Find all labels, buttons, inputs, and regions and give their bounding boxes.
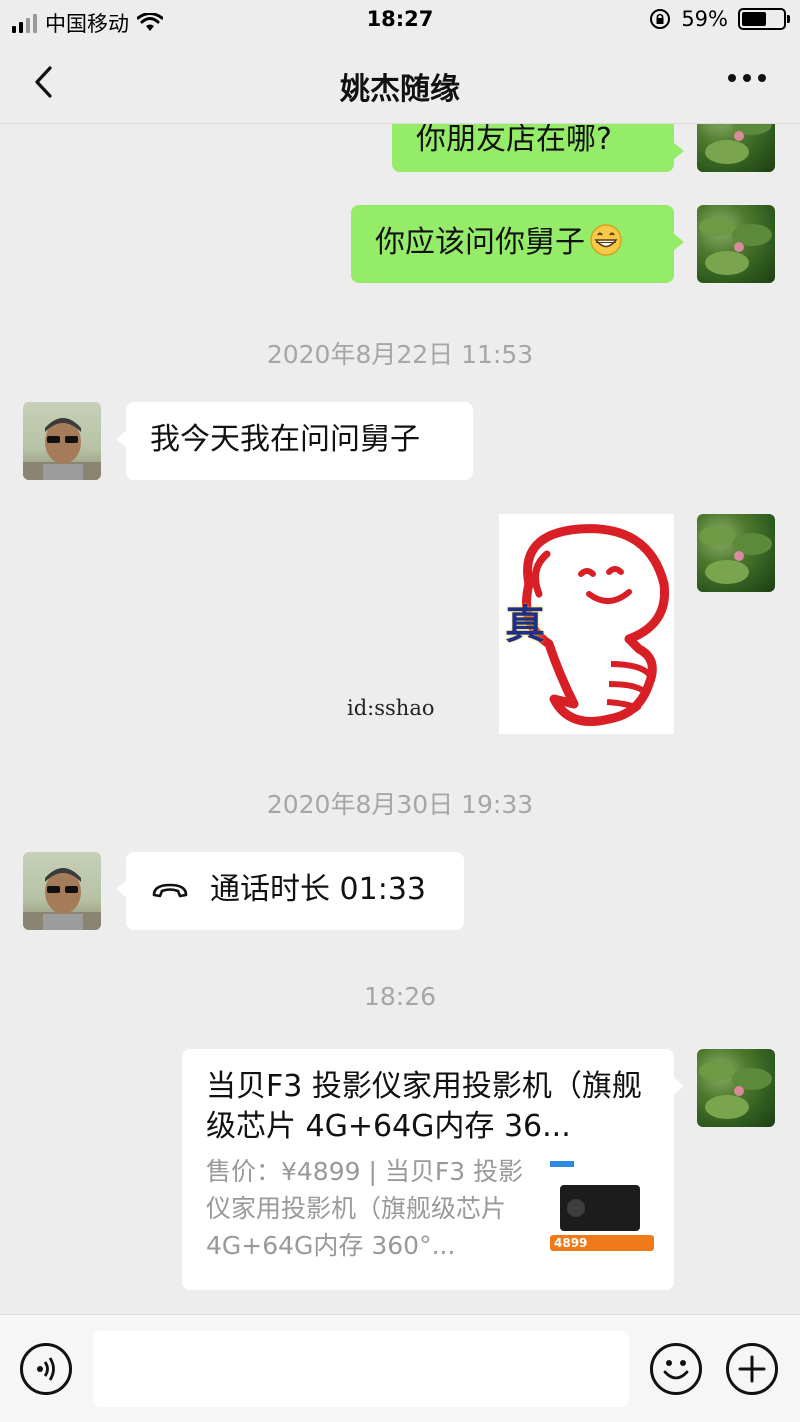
contact-avatar[interactable] (23, 402, 101, 480)
message-list[interactable]: 你朋友店在哪? 你应该问你舅子 2020年8月22日 11:53 我今天我在问问… (0, 124, 800, 1314)
link-card[interactable]: 当贝F3 投影仪家用投影机（旗舰级芯片 4G+64G内存 36... 售价：¥4… (182, 1049, 684, 1290)
call-record-bubble[interactable]: 通话时长 01:33 (116, 852, 464, 930)
battery-percent: 59% (681, 7, 728, 31)
sticker-image[interactable]: 真 (499, 514, 674, 734)
my-avatar[interactable] (697, 514, 775, 592)
my-avatar[interactable] (697, 124, 775, 172)
battery-icon (738, 8, 790, 30)
thumbnail-price: 4899 (554, 1236, 588, 1250)
grin-emoji-icon (590, 224, 622, 256)
phone-hangup-icon (152, 883, 188, 897)
sticker-watermark: id:sshao (347, 696, 435, 720)
my-avatar[interactable] (697, 205, 775, 283)
plus-more-icon[interactable] (726, 1343, 778, 1395)
chat-title: 姚杰随缘 (340, 72, 460, 107)
status-bar: 中国移动 18:27 59% (0, 0, 800, 44)
link-card-thumbnail: 4899 (546, 1157, 658, 1265)
input-bar (0, 1314, 800, 1422)
message-timestamp: 2020年8月22日 11:53 (266, 340, 534, 369)
message-text: 你应该问你舅子 (375, 225, 585, 260)
emoji-face-icon[interactable] (650, 1343, 702, 1395)
message-timestamp: 18:26 (363, 982, 437, 1011)
link-card-description: 售价：¥4899 | 当贝F3 投影仪家用投影机（旗舰级芯片 4G+64G内存 … (206, 1157, 524, 1260)
call-duration-text: 通话时长 01:33 (210, 872, 426, 907)
message-bubble-received[interactable]: 我今天我在问问舅子 (116, 402, 473, 480)
link-card-title: 当贝F3 投影仪家用投影机（旗舰级芯片 4G+64G内存 36... (206, 1069, 642, 1144)
message-bubble-sent[interactable]: 你朋友店在哪? (392, 124, 684, 172)
message-text: 我今天我在问问舅子 (150, 422, 420, 457)
voice-input-icon[interactable] (20, 1343, 72, 1395)
sticker-character: 真 (505, 601, 545, 648)
my-avatar[interactable] (697, 1049, 775, 1127)
message-input[interactable] (93, 1331, 629, 1407)
more-options-icon[interactable] (728, 74, 766, 82)
orientation-lock-icon (650, 9, 671, 29)
message-timestamp: 2020年8月30日 19:33 (266, 790, 534, 819)
chat-header: 姚杰随缘 (0, 44, 800, 124)
contact-avatar[interactable] (23, 852, 101, 930)
message-text: 你朋友店在哪? (416, 124, 612, 157)
message-bubble-sent[interactable]: 你应该问你舅子 (351, 205, 684, 283)
